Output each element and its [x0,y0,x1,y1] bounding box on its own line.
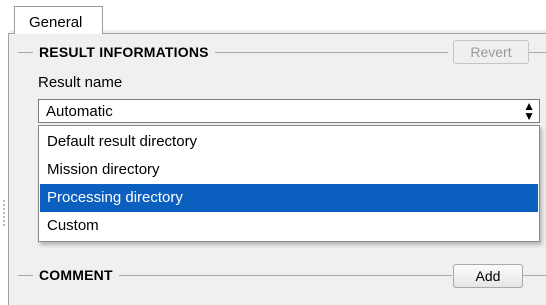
result-group-divider-right [528,52,546,53]
dropdown-option-default-result-directory[interactable]: Default result directory [40,128,538,156]
result-name-label: Result name [38,74,123,91]
result-group-title: RESULT INFORMATIONS [33,44,215,60]
tab-general[interactable]: General [14,6,103,34]
comment-group-divider-right [522,275,546,276]
panel-resize-grip-icon[interactable] [2,200,6,230]
result-name-dropdown-list: Default result directory Mission directo… [38,125,540,242]
combo-current-value: Automatic [46,103,113,120]
dropdown-option-mission-directory[interactable]: Mission directory [40,156,538,184]
up-down-arrows-icon[interactable]: ▲ ▼ [523,100,535,122]
result-name-combobox[interactable]: Automatic ▲ ▼ [38,99,540,123]
revert-button[interactable]: Revert [453,40,529,64]
add-comment-button[interactable]: Add [453,264,523,288]
dropdown-option-processing-directory[interactable]: Processing directory [40,184,538,212]
dropdown-option-custom[interactable]: Custom [40,212,538,240]
comment-group-title: COMMENT [33,267,119,283]
dialog-root: General RESULT INFORMATIONS Revert Resul… [0,0,546,305]
